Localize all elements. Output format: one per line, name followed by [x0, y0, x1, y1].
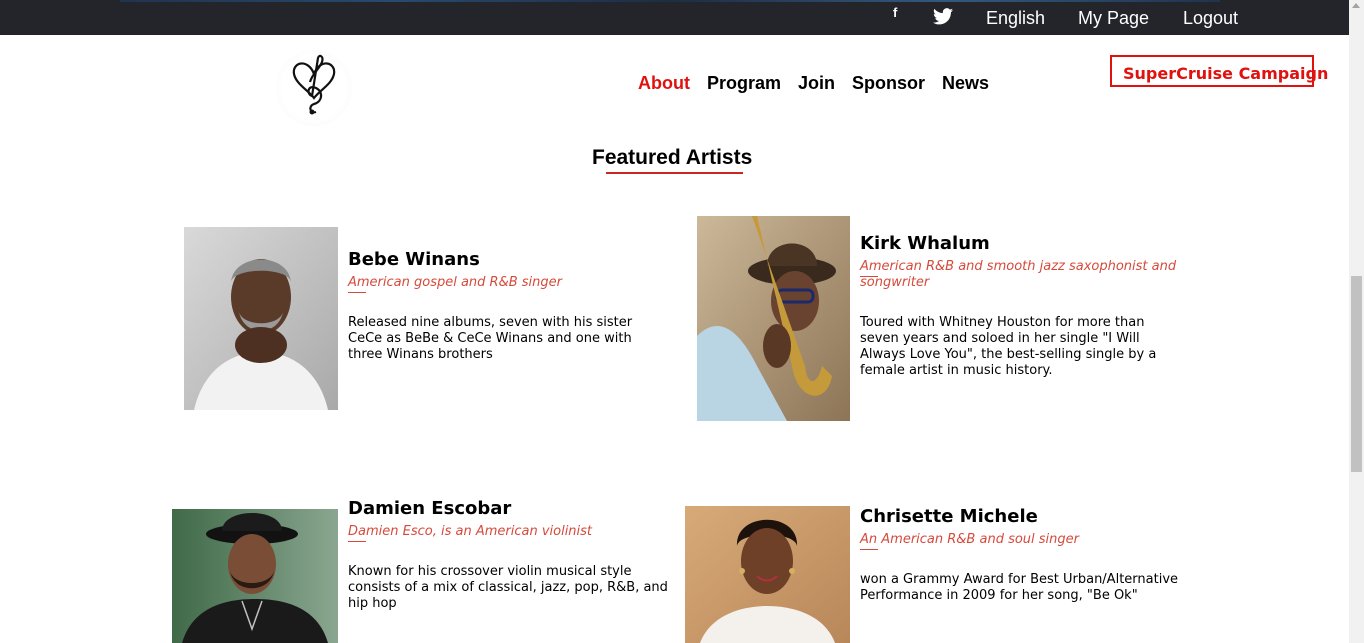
heart-treble-clef-logo-icon — [292, 54, 336, 115]
site-logo[interactable] — [276, 50, 352, 126]
supercruise-campaign-button[interactable]: SuperCruise Campaign — [1110, 55, 1328, 87]
my-page-link[interactable]: My Page — [1078, 8, 1149, 29]
artist-description: Released nine albums, seven with his sis… — [348, 315, 633, 362]
nav-news[interactable]: News — [942, 73, 989, 94]
artist-name: Chrisette Michele — [860, 506, 1038, 527]
nav-sponsor[interactable]: Sponsor — [852, 73, 925, 94]
language-link[interactable]: English — [986, 8, 1045, 29]
nav-program[interactable]: Program — [707, 73, 781, 94]
artist-name: Damien Escobar — [348, 498, 512, 519]
artist-photo-bebe-winans — [184, 227, 338, 410]
top-bar: f English My Page Logout — [0, 0, 1349, 35]
page-scrollbar[interactable] — [1349, 0, 1364, 643]
artist-name: Bebe Winans — [348, 249, 480, 270]
artist-name: Kirk Whalum — [860, 233, 990, 254]
logout-link[interactable]: Logout — [1183, 8, 1238, 29]
artist-photo-chrisette-michele — [685, 506, 850, 643]
title-underline — [606, 172, 743, 174]
artist-role: An American R&B and soul singer — [860, 532, 1180, 550]
artist-photo-kirk-whalum — [697, 216, 850, 421]
facebook-icon[interactable]: f — [893, 5, 897, 20]
artist-role: American R&B and smooth jazz saxophonist… — [860, 259, 1180, 291]
artist-role: Damien Esco, is an American violinist — [348, 524, 668, 542]
artist-photo-damien-escobar — [172, 509, 338, 643]
artist-role: American gospel and R&B singer — [348, 275, 668, 293]
twitter-icon[interactable] — [933, 8, 953, 26]
nav-join[interactable]: Join — [798, 73, 835, 94]
artist-description: Known for his crossover violin musical s… — [348, 564, 668, 611]
artist-description: Toured with Whitney Houston for more tha… — [860, 315, 1157, 378]
section-title: Featured Artists — [592, 146, 753, 169]
nav-about[interactable]: About — [638, 73, 690, 94]
scroll-up-arrow-icon[interactable] — [1352, 3, 1360, 8]
artist-description: won a Grammy Award for Best Urban/Altern… — [860, 572, 1179, 603]
top-banner-strip — [120, 0, 1220, 2]
scrollbar-thumb[interactable] — [1351, 276, 1362, 472]
